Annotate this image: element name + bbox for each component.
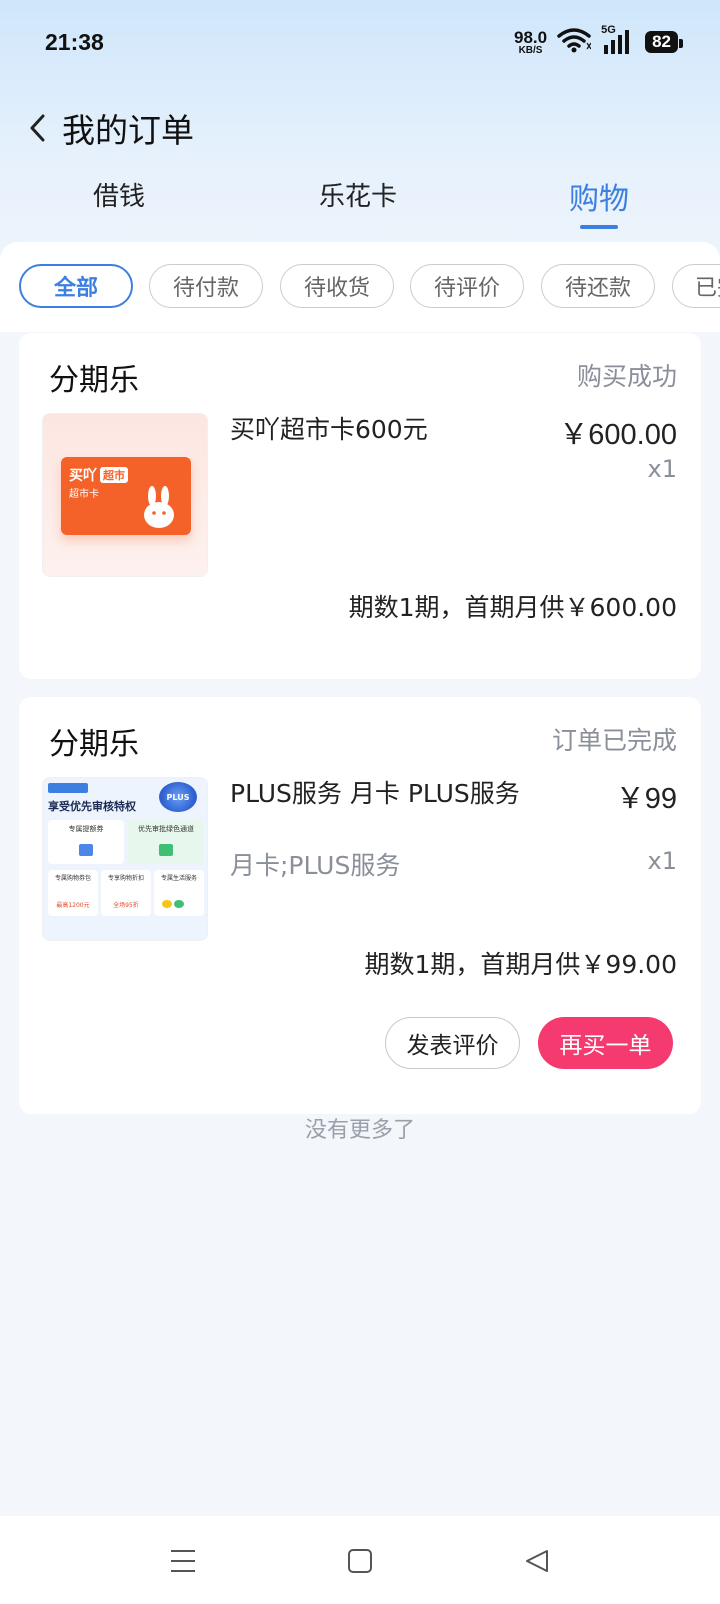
net-speed-value: 98.0 bbox=[513, 27, 548, 47]
main-tabs: 借钱 乐花卡 购物 bbox=[0, 170, 720, 234]
rebuy-button[interactable]: 再买一单 bbox=[538, 1017, 673, 1069]
rabbit-icon bbox=[144, 486, 174, 528]
status-icons: 98.0 KB/S 5G 82 bbox=[514, 24, 683, 57]
order-status: 订单已完成 bbox=[551, 726, 677, 755]
plus-badge: PLUS bbox=[159, 782, 197, 812]
tab-underline bbox=[580, 225, 618, 229]
benefit-label: 专属生活服务 bbox=[160, 875, 197, 882]
tab-loan[interactable]: 借钱 bbox=[93, 176, 145, 213]
benefit-label: 专属提额券 bbox=[68, 825, 104, 833]
order-card[interactable]: 分期乐 订单已完成 享受优先审核特权 PLUS 专属提额券 优先审批绿色通道 专… bbox=[19, 697, 701, 1114]
product-name: 买吖超市卡600元 bbox=[230, 415, 428, 444]
benefit-box: 专属购物券包 最高1200元 bbox=[48, 870, 98, 916]
filter-chips: 全部 待付款 待收货 待评价 待还款 已完成 bbox=[0, 242, 720, 332]
order-status: 购买成功 bbox=[576, 362, 677, 391]
status-bar: 21:38 98.0 KB/S 5G 82 bbox=[0, 0, 720, 84]
no-more-text: 没有更多了 bbox=[304, 1118, 415, 1143]
card-brand: 买吖 bbox=[69, 468, 97, 484]
installment-info: 期数1期，首期月供￥99.00 bbox=[364, 950, 677, 979]
chip-pending-repayment[interactable]: 待还款 bbox=[541, 264, 655, 308]
nav-bar: 我的订单 bbox=[0, 96, 720, 160]
net-speed: 98.0 KB/S bbox=[514, 29, 547, 56]
chip-completed[interactable]: 已完成 bbox=[672, 264, 720, 308]
supermarket-card-image: 买吖 超市 超市卡 bbox=[61, 457, 191, 535]
signal-icon: 5G bbox=[601, 24, 635, 56]
product-quantity: x1 bbox=[647, 847, 677, 875]
product-spec: 月卡;PLUS服务 bbox=[230, 851, 401, 880]
product-price: ￥600.00 bbox=[559, 419, 677, 451]
installment-info: 期数1期，首期月供￥600.00 bbox=[348, 593, 677, 622]
benefit-label: 专享购物折扣 bbox=[107, 875, 144, 882]
benefit-label: 优先审批绿色通道 bbox=[138, 825, 194, 833]
chip-pending-review[interactable]: 待评价 bbox=[410, 264, 524, 308]
net-speed-unit: KB/S bbox=[518, 44, 543, 56]
tab-shopping[interactable]: 购物 bbox=[569, 174, 629, 218]
product-price: ￥99 bbox=[615, 783, 677, 815]
battery-indicator: 82 bbox=[645, 31, 683, 53]
tab-lehua-card[interactable]: 乐花卡 bbox=[319, 176, 397, 213]
thumb-headline: 享受优先审核特权 bbox=[48, 800, 136, 813]
shop-name: 分期乐 bbox=[49, 727, 139, 762]
wifi-icon bbox=[557, 27, 592, 57]
chip-pending-payment[interactable]: 待付款 bbox=[149, 264, 263, 308]
benefit-box: 专属提额券 bbox=[48, 820, 124, 864]
chip-all[interactable]: 全部 bbox=[19, 264, 133, 308]
product-quantity: x1 bbox=[647, 455, 677, 483]
plus-badge-text: PLUS bbox=[166, 792, 190, 802]
card-tag: 超市 bbox=[100, 467, 128, 483]
benefit-value: 全场95折 bbox=[113, 902, 139, 909]
status-time: 21:38 bbox=[45, 28, 104, 55]
benefit-box: 专属生活服务 bbox=[154, 870, 204, 916]
product-name: PLUS服务 月卡 PLUS服务 bbox=[230, 779, 520, 808]
chip-pending-receipt[interactable]: 待收货 bbox=[280, 264, 394, 308]
product-thumbnail[interactable]: 享受优先审核特权 PLUS 专属提额券 优先审批绿色通道 专属购物券包 最高12… bbox=[42, 777, 208, 941]
home-icon[interactable] bbox=[343, 1544, 377, 1578]
benefit-label: 专属购物券包 bbox=[54, 875, 91, 882]
review-button[interactable]: 发表评价 bbox=[385, 1017, 520, 1069]
product-thumbnail[interactable]: 买吖 超市 超市卡 bbox=[42, 413, 208, 577]
back-arrow-icon[interactable] bbox=[22, 108, 52, 148]
page-title: 我的订单 bbox=[62, 111, 194, 150]
shop-name: 分期乐 bbox=[49, 363, 139, 398]
benefit-box: 专享购物折扣 全场95折 bbox=[101, 870, 151, 916]
benefit-box: 优先审批绿色通道 bbox=[128, 820, 204, 864]
order-card[interactable]: 分期乐 购买成功 买吖 超市 超市卡 买吖超市卡600元 ￥600.00 x1 … bbox=[19, 333, 701, 679]
benefit-value: 最高1200元 bbox=[56, 902, 90, 909]
system-navigation-bar bbox=[0, 1516, 720, 1604]
back-triangle-icon[interactable] bbox=[520, 1544, 554, 1578]
card-subtitle: 超市卡 bbox=[69, 489, 99, 500]
plus-logo-icon bbox=[48, 783, 88, 793]
menu-icon[interactable] bbox=[166, 1544, 200, 1578]
